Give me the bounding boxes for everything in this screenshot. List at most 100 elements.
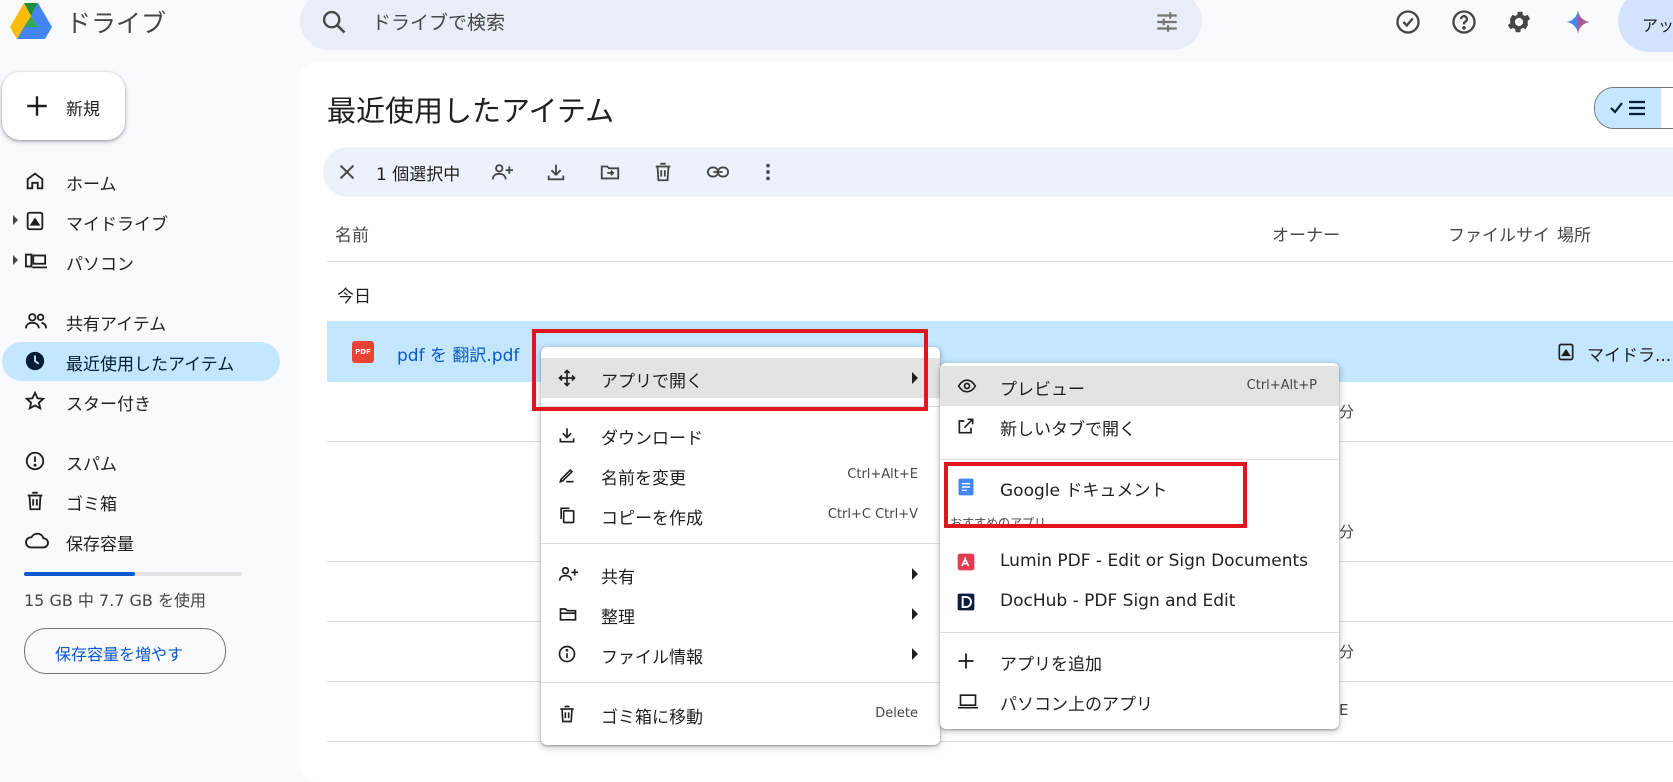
file-location[interactable]: マイドラ... [1587, 341, 1671, 366]
trash-icon [557, 704, 577, 724]
menu-item-label: 新しいタブで開く [1000, 420, 1136, 440]
sidebar-item-recent[interactable]: 最近使用したアイテム [0, 342, 280, 380]
menu-item-lumin-pdf[interactable]: Lumin PDF - Edit or Sign Documents [940, 542, 1339, 582]
sidebar-item-label: 共有アイテム [66, 315, 167, 335]
star-icon [24, 390, 46, 412]
menu-item-label: ゴミ箱に移動 [601, 708, 703, 728]
menu-item-label: 名前を変更 [601, 469, 686, 489]
menu-item-shortcut: Delete [875, 706, 918, 721]
sidebar-item-label: マイドライブ [66, 215, 168, 235]
sidebar-item-shared[interactable]: 共有アイテム [0, 302, 280, 340]
cloud-icon [24, 530, 50, 552]
menu-divider [541, 682, 940, 683]
menu-divider [940, 632, 1339, 633]
file-name[interactable]: pdf を 翻訳.pdf [397, 341, 519, 366]
expand-arrow-icon[interactable] [13, 255, 18, 265]
menu-item-download[interactable]: ダウンロード [541, 415, 940, 455]
menu-item-add-app[interactable]: アプリを追加 [940, 641, 1339, 681]
help-icon[interactable] [1450, 8, 1478, 36]
menu-item-shortcut: Ctrl+Alt+E [847, 467, 918, 482]
my-drive-icon [24, 210, 46, 232]
menu-item-label: ファイル情報 [601, 648, 703, 668]
open-with-submenu: プレビュー Ctrl+Alt+P 新しいタブで開く Google ドキュメント … [940, 363, 1339, 729]
new-button[interactable]: 新規 [2, 72, 125, 140]
menu-item-rename[interactable]: 名前を変更 Ctrl+Alt+E [541, 455, 940, 495]
drive-logo[interactable] [10, 1, 52, 41]
eye-icon [956, 376, 978, 396]
menu-item-organize[interactable]: 整理 [541, 594, 940, 634]
sidebar-item-label: 最近使用したアイテム [66, 355, 235, 375]
row-peek-text: E [1339, 701, 1349, 719]
sidebar-item-my-drive[interactable]: マイドライブ [0, 202, 280, 240]
menu-item-label: アプリを追加 [1000, 655, 1102, 675]
sidebar-item-starred[interactable]: スター付き [0, 382, 280, 420]
share-icon [557, 564, 579, 584]
sidebar-item-label: 保存容量 [66, 535, 134, 555]
sidebar-item-label: スター付き [66, 395, 151, 415]
sidebar-item-spam[interactable]: スパム [0, 442, 280, 480]
menu-item-open-new-tab[interactable]: 新しいタブで開く [940, 406, 1339, 446]
clear-selection-icon[interactable] [336, 161, 358, 183]
gemini-icon[interactable] [1564, 8, 1592, 36]
info-icon [557, 644, 577, 664]
search-options-icon[interactable] [1154, 9, 1180, 35]
search-icon[interactable] [320, 8, 348, 36]
new-button-label: 新規 [66, 100, 100, 120]
storage-bar-fill [24, 572, 136, 576]
sidebar-item-home[interactable]: ホーム [0, 162, 280, 200]
menu-item-share[interactable]: 共有 [541, 554, 940, 594]
view-toggle[interactable] [1594, 87, 1673, 129]
get-more-storage-label: 保存容量を増やす [55, 645, 184, 664]
menu-divider [541, 543, 940, 544]
expand-arrow-icon[interactable] [13, 215, 18, 225]
menu-item-preview[interactable]: プレビュー Ctrl+Alt+P [940, 366, 1339, 406]
menu-item-make-copy[interactable]: コピーを作成 Ctrl+C Ctrl+V [541, 495, 940, 535]
computers-icon [24, 250, 48, 272]
plus-icon [956, 651, 976, 671]
ready-for-offline-icon[interactable] [1394, 8, 1422, 36]
account-button[interactable]: アッ [1618, 0, 1673, 52]
more-actions-icon[interactable] [764, 161, 772, 183]
shared-icon [24, 310, 48, 332]
column-header-owner[interactable]: オーナー [1272, 221, 1340, 246]
menu-item-shortcut: Ctrl+C Ctrl+V [827, 507, 918, 522]
column-header-name[interactable]: 名前 [335, 221, 369, 246]
lumin-icon [956, 552, 976, 572]
move-to-folder-icon[interactable] [598, 161, 622, 183]
menu-divider [940, 459, 1339, 460]
home-icon [24, 170, 46, 192]
menu-item-computer-apps[interactable]: パソコン上のアプリ [940, 681, 1339, 721]
column-header-location[interactable]: 場所 [1557, 221, 1591, 246]
download-icon[interactable] [545, 161, 567, 183]
search-input[interactable]: ドライブで検索 [372, 8, 505, 35]
storage-usage-text: 15 GB 中 7.7 GB を使用 [24, 591, 206, 610]
copy-link-icon[interactable] [706, 161, 730, 183]
menu-item-dochub[interactable]: DocHub - PDF Sign and Edit [940, 582, 1339, 622]
copy-icon [557, 505, 577, 525]
table-row [327, 741, 1673, 742]
submenu-arrow-icon [912, 568, 918, 580]
menu-item-label: DocHub - PDF Sign and Edit [1000, 591, 1236, 611]
share-icon[interactable] [490, 161, 514, 183]
menu-item-move-to-trash[interactable]: ゴミ箱に移動 Delete [541, 694, 940, 734]
row-peek-text: 分 [1339, 523, 1355, 541]
group-header-today: 今日 [337, 287, 371, 307]
menu-item-label: パソコン上のアプリ [1000, 695, 1153, 715]
list-view-button[interactable] [1595, 88, 1661, 128]
account-label: アッ [1642, 16, 1673, 35]
open-new-tab-icon [956, 416, 976, 436]
column-header-size[interactable]: ファイルサイ [1448, 221, 1550, 246]
sidebar-item-label: ゴミ箱 [66, 495, 117, 515]
sidebar-item-label: スパム [66, 455, 117, 475]
sidebar-item-trash[interactable]: ゴミ箱 [0, 482, 280, 520]
spam-icon [24, 450, 46, 472]
laptop-icon [956, 691, 980, 711]
divider [327, 261, 1673, 262]
settings-icon[interactable] [1505, 8, 1533, 36]
menu-item-file-info[interactable]: ファイル情報 [541, 634, 940, 674]
folder-icon [557, 604, 579, 624]
sidebar-item-computers[interactable]: パソコン [0, 242, 280, 280]
get-more-storage-button[interactable]: 保存容量を増やす [24, 628, 226, 674]
sidebar-item-storage[interactable]: 保存容量 [0, 522, 280, 560]
trash-icon[interactable] [652, 161, 674, 183]
